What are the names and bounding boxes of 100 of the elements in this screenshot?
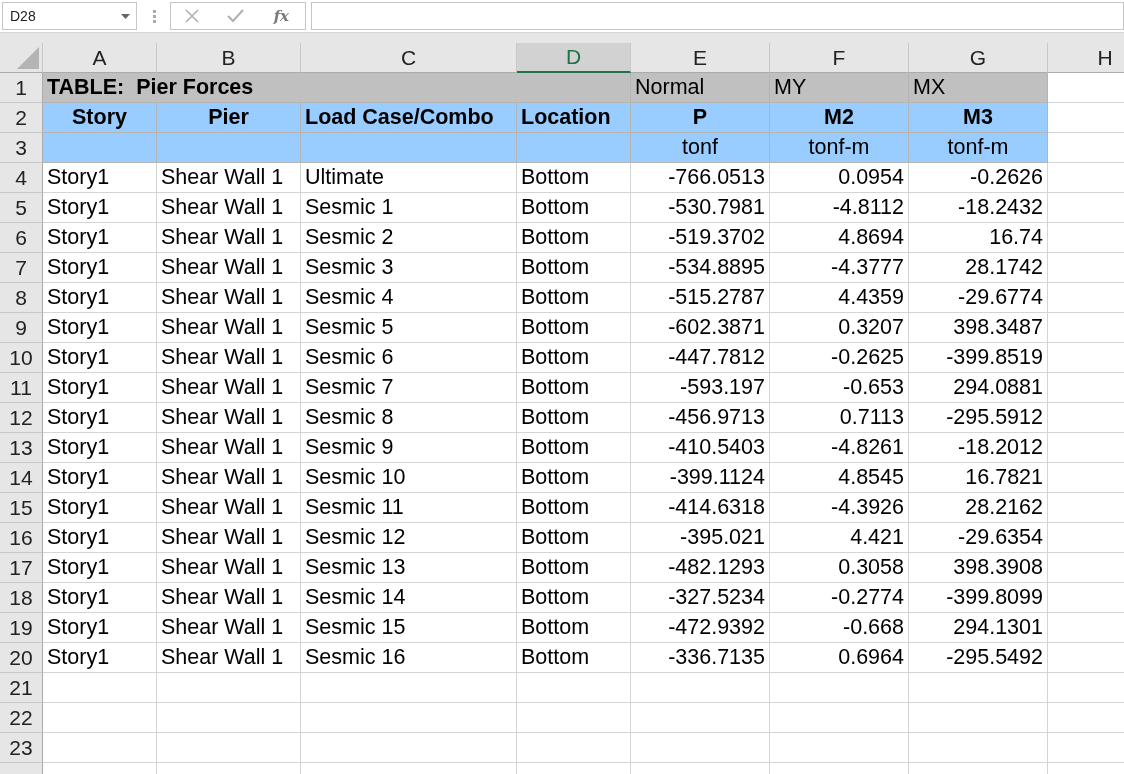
- caret-icon: [121, 13, 130, 19]
- table-cell: -602.3871: [631, 313, 770, 343]
- row-header[interactable]: 8: [0, 283, 43, 313]
- table-cell: -530.7981: [631, 193, 770, 223]
- table-cell: Sesmic 15: [301, 613, 517, 643]
- column-header[interactable]: E: [631, 43, 770, 73]
- row-header[interactable]: 16: [0, 523, 43, 553]
- table-cell: Bottom: [517, 523, 631, 553]
- table-cell: Story1: [43, 283, 157, 313]
- table-cell: Shear Wall 1: [157, 433, 301, 463]
- table-cell: Sesmic 5: [301, 313, 517, 343]
- table-cell: Shear Wall 1: [157, 583, 301, 613]
- table-cell: Sesmic 7: [301, 373, 517, 403]
- table-cell: -327.5234: [631, 583, 770, 613]
- table-cell: Bottom: [517, 463, 631, 493]
- row-header[interactable]: 15: [0, 493, 43, 523]
- table-cell: Sesmic 3: [301, 253, 517, 283]
- table-cell: Story1: [43, 253, 157, 283]
- column-header[interactable]: G: [909, 43, 1048, 73]
- column-header[interactable]: H: [1048, 43, 1124, 73]
- table-cell: -29.6774: [909, 283, 1048, 313]
- column-header[interactable]: C: [301, 43, 517, 73]
- table-cell: Sesmic 10: [301, 463, 517, 493]
- row-header[interactable]: 6: [0, 223, 43, 253]
- table-cell: Story1: [43, 193, 157, 223]
- insert-function-button[interactable]: fx: [271, 7, 292, 25]
- row-header[interactable]: 22: [0, 703, 43, 733]
- row-header[interactable]: 5: [0, 193, 43, 223]
- row-header[interactable]: 19: [0, 613, 43, 643]
- table-cell: TABLE: Pier Forces: [43, 73, 631, 103]
- table-cell: -18.2012: [909, 433, 1048, 463]
- column-header[interactable]: F: [770, 43, 909, 73]
- column-header[interactable]: A: [43, 43, 157, 73]
- row-header[interactable]: 23: [0, 733, 43, 763]
- table-cell: 0.7113: [770, 403, 909, 433]
- column-header[interactable]: B: [157, 43, 301, 73]
- table-cell: -0.2774: [770, 583, 909, 613]
- row-header[interactable]: 1: [0, 73, 43, 103]
- table-cell: Bottom: [517, 553, 631, 583]
- table-cell: -18.2432: [909, 193, 1048, 223]
- row-header[interactable]: 2: [0, 103, 43, 133]
- table-cell: Shear Wall 1: [157, 253, 301, 283]
- table-cell: Shear Wall 1: [157, 313, 301, 343]
- table-cell: 4.421: [770, 523, 909, 553]
- table-cell: -515.2787: [631, 283, 770, 313]
- row-header[interactable]: 10: [0, 343, 43, 373]
- row-header[interactable]: 12: [0, 403, 43, 433]
- table-cell: Shear Wall 1: [157, 463, 301, 493]
- table-cell: Bottom: [517, 493, 631, 523]
- table-cell: Sesmic 4: [301, 283, 517, 313]
- table-cell: Story: [43, 103, 157, 133]
- cancel-icon[interactable]: [184, 9, 199, 23]
- table-cell: Bottom: [517, 253, 631, 283]
- name-box[interactable]: D28: [2, 2, 137, 30]
- row-header[interactable]: 18: [0, 583, 43, 613]
- table-cell: Shear Wall 1: [157, 493, 301, 523]
- table-cell: Story1: [43, 523, 157, 553]
- table-cell: Bottom: [517, 643, 631, 673]
- table-cell: Story1: [43, 433, 157, 463]
- row-header[interactable]: 20: [0, 643, 43, 673]
- formula-input[interactable]: [311, 2, 1124, 30]
- table-cell: -399.8519: [909, 343, 1048, 373]
- row-header[interactable]: 21: [0, 673, 43, 703]
- table-cell: 16.74: [909, 223, 1048, 253]
- table-cell: -534.8895: [631, 253, 770, 283]
- table-cell: -447.7812: [631, 343, 770, 373]
- table-cell: Story1: [43, 493, 157, 523]
- table-cell: 28.1742: [909, 253, 1048, 283]
- table-cell: -29.6354: [909, 523, 1048, 553]
- row-header[interactable]: 11: [0, 373, 43, 403]
- table-cell: MX: [909, 73, 1048, 103]
- select-all-icon[interactable]: [17, 47, 39, 69]
- table-cell: Location: [517, 103, 631, 133]
- table-cell: 28.2162: [909, 493, 1048, 523]
- row-header[interactable]: 13: [0, 433, 43, 463]
- row-header[interactable]: 14: [0, 463, 43, 493]
- row-header[interactable]: 4: [0, 163, 43, 193]
- row-header[interactable]: 7: [0, 253, 43, 283]
- check-icon[interactable]: [226, 9, 244, 23]
- table-cell: Shear Wall 1: [157, 193, 301, 223]
- table-cell: Story1: [43, 403, 157, 433]
- row-header[interactable]: 9: [0, 313, 43, 343]
- column-header[interactable]: D: [517, 43, 631, 73]
- table-cell: Sesmic 9: [301, 433, 517, 463]
- table-cell: Sesmic 11: [301, 493, 517, 523]
- row-header[interactable]: 3: [0, 133, 43, 163]
- table-cell: 398.3487: [909, 313, 1048, 343]
- table-cell: -0.668: [770, 613, 909, 643]
- table-cell: Sesmic 1: [301, 193, 517, 223]
- table-cell: Story1: [43, 643, 157, 673]
- table-cell: tonf-m: [909, 133, 1048, 163]
- table-cell: Shear Wall 1: [157, 163, 301, 193]
- table-cell: Sesmic 13: [301, 553, 517, 583]
- row-header[interactable]: 17: [0, 553, 43, 583]
- table-cell: Bottom: [517, 613, 631, 643]
- table-cell: Ultimate: [301, 163, 517, 193]
- table-cell: Sesmic 12: [301, 523, 517, 553]
- table-cell: Sesmic 2: [301, 223, 517, 253]
- table-cell: -482.1293: [631, 553, 770, 583]
- table-cell: Story1: [43, 223, 157, 253]
